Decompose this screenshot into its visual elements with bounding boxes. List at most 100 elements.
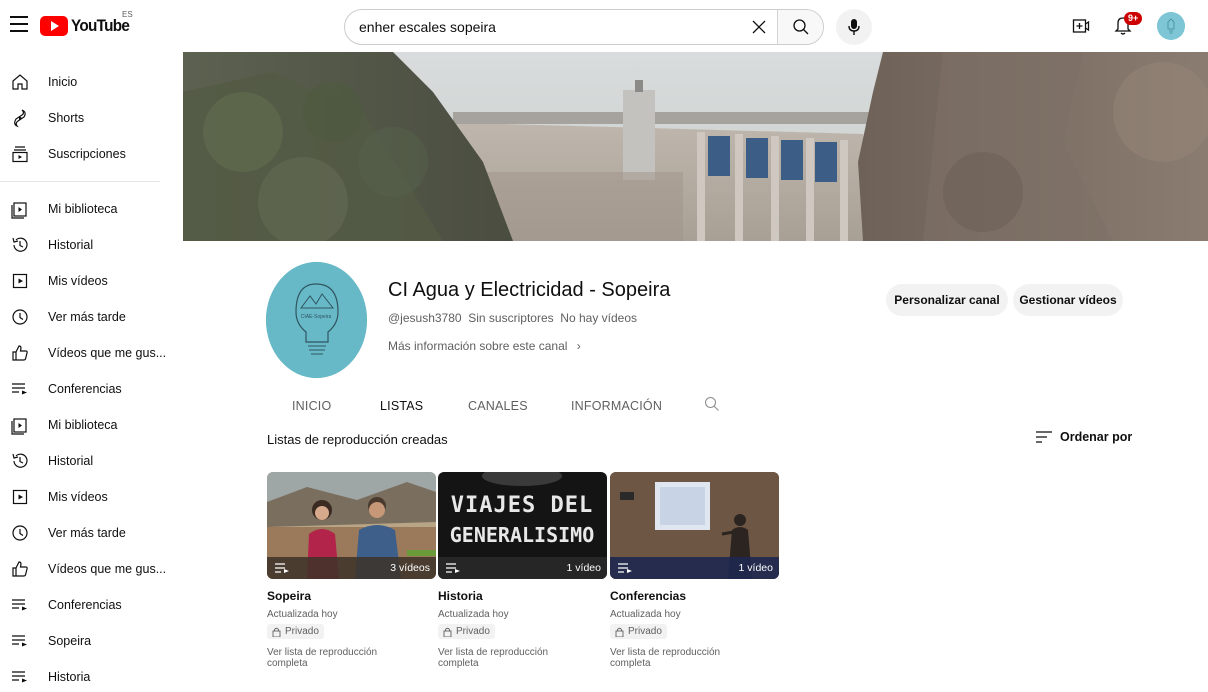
sidebar-item-historial[interactable]: Historial [0, 443, 180, 479]
sidebar-item-conferencias[interactable]: Conferencias [0, 587, 180, 623]
sidebar-item-ver-mas-tarde[interactable]: Ver más tarde [0, 299, 180, 335]
chevron-right-icon: › [576, 339, 581, 353]
section-title: Listas de reproducción creadas [267, 432, 448, 447]
playlist-thumbnail[interactable]: VIAJES DEL GENERALISIMO 1 vídeo [438, 472, 607, 579]
sidebar-item-label: Mis vídeos [48, 490, 108, 504]
sidebar-item-label: Ver más tarde [48, 526, 126, 540]
sidebar-item-label: Mi biblioteca [48, 418, 118, 432]
playlist-count-bar: 1 vídeo [438, 557, 607, 579]
sidebar-item-historia[interactable]: Historia [0, 659, 180, 692]
channel-avatar[interactable]: CIAE-Sopeira [266, 262, 367, 378]
thumbnail-text-line2: GENERALISIMO [450, 523, 595, 547]
sidebar-item-mis-videos[interactable]: Mis vídeos [0, 263, 180, 299]
sidebar-item-shorts[interactable]: Shorts [0, 100, 180, 136]
menu-icon[interactable] [10, 16, 28, 32]
tab-inicio[interactable]: INICIO [292, 399, 331, 413]
sidebar-item-label: Historial [48, 238, 94, 252]
sidebar-item-historial[interactable]: Historial [0, 227, 180, 263]
search-button[interactable] [777, 10, 823, 44]
sidebar-item-suscripciones[interactable]: Suscripciones [0, 136, 180, 172]
notifications-badge: 9+ [1124, 12, 1143, 25]
home-icon [10, 72, 30, 92]
playlist-title[interactable]: Sopeira [267, 589, 436, 603]
view-full-playlist-link[interactable]: Ver lista de reproducción completa [267, 647, 397, 669]
view-full-playlist-link[interactable]: Ver lista de reproducción completa [438, 647, 568, 669]
sidebar-item-label: Historial [48, 454, 94, 468]
tab-informacion[interactable]: INFORMACIÓN [571, 399, 662, 413]
sidebar-item-ver-mas-tarde[interactable]: Ver más tarde [0, 515, 180, 551]
lock-icon [443, 627, 452, 637]
playlist-video-count: 1 vídeo [566, 562, 601, 574]
playlist-card: VIAJES DEL GENERALISIMO 1 vídeo Historia… [438, 472, 607, 669]
watch-later-icon [10, 523, 30, 543]
privacy-label: Privado [456, 626, 490, 637]
sidebar-item-mi-biblioteca[interactable]: Mi biblioteca [0, 191, 180, 227]
playlist-updated: Actualizada hoy [610, 609, 681, 620]
more-info-link[interactable]: Más información sobre este canal › [388, 339, 581, 353]
sidebar-item-label: Sopeira [48, 634, 92, 648]
microphone-icon [848, 19, 860, 35]
sort-by-button[interactable]: Ordenar por [1036, 430, 1132, 444]
create-video-button[interactable] [1072, 17, 1090, 40]
channel-meta: @jesush3780 Sin suscriptores No hay víde… [388, 311, 637, 325]
search-icon [704, 396, 719, 411]
sidebar-item-inicio[interactable]: Inicio [0, 64, 180, 100]
video-count: No hay vídeos [560, 311, 638, 325]
my-videos-icon [10, 487, 30, 507]
playlist-title[interactable]: Conferencias [610, 589, 779, 603]
playlist-title[interactable]: Historia [438, 589, 607, 603]
voice-search-button[interactable] [836, 9, 872, 45]
channel-handle: @jesush3780 [388, 311, 462, 325]
library-icon [10, 415, 30, 435]
account-avatar[interactable] [1157, 12, 1185, 40]
playlist-icon [446, 563, 460, 573]
search-icon [792, 19, 808, 35]
channel-avatar-text: CIAE-Sopeira [301, 314, 332, 320]
tab-canales[interactable]: CANALES [468, 399, 528, 413]
privacy-label: Privado [285, 626, 319, 637]
tab-listas[interactable]: LISTAS [380, 399, 423, 413]
playlist-video-count: 3 vídeos [390, 562, 430, 574]
sort-icon [1036, 431, 1052, 443]
sidebar-item-label: Mis vídeos [48, 274, 108, 288]
playlist-icon [10, 379, 30, 399]
sidebar-item-videos-que-me-gus[interactable]: Vídeos que me gus... [0, 551, 180, 587]
playlist-updated: Actualizada hoy [267, 609, 338, 620]
playlist-card: 3 vídeos Sopeira Actualizada hoy Privado… [267, 472, 436, 669]
playlist-thumbnail[interactable]: 3 vídeos [267, 472, 436, 579]
top-bar: YouTube ES 9+ [0, 0, 1208, 52]
manage-videos-button[interactable]: Gestionar vídeos [1013, 284, 1123, 316]
playlist-icon [618, 563, 632, 573]
sidebar-item-label: Vídeos que me gus... [48, 346, 167, 360]
sidebar-item-label: Suscripciones [48, 147, 126, 161]
channel-name: CI Agua y Electricidad - Sopeira [388, 279, 671, 301]
logo-text: YouTube [71, 16, 130, 35]
lock-icon [615, 627, 624, 637]
sidebar-item-videos-que-me-gus[interactable]: Vídeos que me gus... [0, 335, 180, 371]
create-icon [1072, 19, 1090, 33]
sidebar-item-conferencias[interactable]: Conferencias [0, 371, 180, 407]
youtube-logo[interactable]: YouTube [40, 16, 136, 36]
library-icon [10, 199, 30, 219]
playlist-updated: Actualizada hoy [438, 609, 509, 620]
sidebar-item-label: Conferencias [48, 598, 122, 612]
playlist-icon [10, 631, 30, 651]
view-full-playlist-link[interactable]: Ver lista de reproducción completa [610, 647, 740, 669]
liked-icon [10, 559, 30, 579]
thumbnail-text-line1: VIAJES DEL [451, 493, 593, 518]
privacy-badge: Privado [267, 624, 324, 639]
channel-search-button[interactable] [704, 396, 720, 417]
sidebar-item-mis-videos[interactable]: Mis vídeos [0, 479, 180, 515]
search-input[interactable] [345, 10, 741, 44]
clear-search-icon[interactable] [741, 10, 777, 44]
channel-banner [183, 52, 1208, 241]
privacy-label: Privado [628, 626, 662, 637]
lock-icon [272, 627, 281, 637]
sidebar-item-mi-biblioteca[interactable]: Mi biblioteca [0, 407, 180, 443]
playlist-icon [10, 667, 30, 687]
playlist-thumbnail[interactable]: 1 vídeo [610, 472, 779, 579]
shorts-icon [10, 108, 30, 128]
playlist-video-count: 1 vídeo [738, 562, 773, 574]
customize-channel-button[interactable]: Personalizar canal [886, 284, 1008, 316]
sidebar-item-sopeira[interactable]: Sopeira [0, 623, 180, 659]
